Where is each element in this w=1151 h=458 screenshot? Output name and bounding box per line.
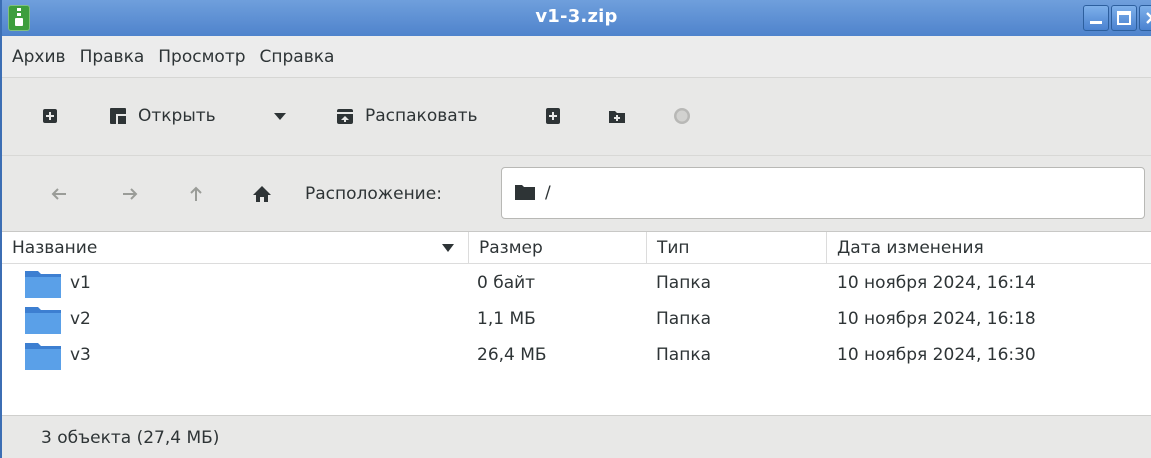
file-name: v2	[70, 309, 91, 329]
up-button[interactable]	[185, 183, 207, 205]
forward-button[interactable]	[119, 183, 141, 205]
folder-icon	[24, 305, 62, 340]
status-bar: 3 объекта (27,4 МБ)	[2, 415, 1151, 458]
column-header-name[interactable]: Название	[2, 232, 469, 264]
file-modified: 10 ноября 2024, 16:30	[837, 345, 1036, 365]
file-size: 0 байт	[477, 273, 536, 293]
folder-icon	[24, 341, 62, 376]
sort-descending-icon	[442, 244, 454, 252]
forward-arrow-icon	[123, 188, 138, 200]
close-button[interactable]	[1139, 5, 1151, 31]
window-controls	[1083, 5, 1151, 31]
open-dropdown-button[interactable]	[270, 102, 290, 130]
table-row[interactable]: v2 1,1 МБ Папка 10 ноября 2024, 16:18	[2, 303, 1151, 339]
column-header-modified[interactable]: Дата изменения	[827, 232, 1151, 264]
file-size: 1,1 МБ	[477, 309, 536, 329]
folder-icon	[514, 183, 536, 206]
menu-bar: Архив Правка Просмотр Справка	[2, 36, 1151, 77]
menu-view[interactable]: Просмотр	[158, 47, 245, 67]
add-file-button[interactable]	[543, 102, 563, 130]
archive-manager-window: v1-3.zip Архив Правка Просмотр Справка О…	[0, 0, 1151, 458]
status-text: 3 объекта (27,4 МБ)	[41, 428, 220, 448]
minimize-button[interactable]	[1083, 5, 1109, 31]
stop-icon	[672, 106, 692, 126]
column-header-type[interactable]: Тип	[647, 232, 827, 264]
menu-edit[interactable]: Правка	[80, 47, 145, 67]
location-path: /	[545, 183, 551, 203]
new-archive-button[interactable]	[40, 102, 60, 130]
file-type: Папка	[656, 309, 712, 329]
new-archive-icon	[40, 106, 60, 126]
file-type: Папка	[656, 273, 712, 293]
location-label: Расположение:	[305, 184, 442, 204]
file-name: v3	[70, 345, 91, 365]
file-modified: 10 ноября 2024, 16:14	[837, 273, 1036, 293]
open-icon	[108, 106, 128, 126]
title-bar[interactable]: v1-3.zip	[2, 0, 1151, 36]
add-folder-icon	[607, 106, 627, 126]
stop-button[interactable]	[672, 102, 692, 130]
column-header-size[interactable]: Размер	[469, 232, 647, 264]
toolbar: Открыть Распаковать	[2, 77, 1151, 155]
location-bar: Расположение: /	[2, 155, 1151, 232]
table-row[interactable]: v3 26,4 МБ Папка 10 ноября 2024, 16:30	[2, 339, 1151, 375]
back-button[interactable]	[48, 183, 70, 205]
add-folder-button[interactable]	[607, 102, 627, 130]
open-label: Открыть	[138, 106, 216, 126]
menu-archive[interactable]: Архив	[12, 47, 66, 67]
location-field[interactable]: /	[501, 167, 1145, 219]
dropdown-arrow-icon	[270, 106, 290, 126]
window-title: v1-3.zip	[535, 6, 618, 27]
extract-button[interactable]: Распаковать	[335, 102, 478, 130]
menu-help[interactable]: Справка	[260, 47, 335, 67]
file-size: 26,4 МБ	[477, 345, 547, 365]
file-type: Папка	[656, 345, 712, 365]
folder-icon	[24, 269, 62, 304]
home-button[interactable]	[251, 183, 273, 205]
up-arrow-icon	[190, 186, 202, 201]
extract-label: Распаковать	[365, 106, 478, 126]
maximize-button[interactable]	[1111, 5, 1137, 31]
back-arrow-icon	[51, 188, 66, 200]
home-icon	[253, 186, 271, 202]
file-name: v1	[70, 273, 91, 293]
add-file-icon	[543, 106, 563, 126]
file-modified: 10 ноября 2024, 16:18	[837, 309, 1036, 329]
open-button[interactable]: Открыть	[108, 102, 216, 130]
extract-icon	[335, 106, 355, 126]
table-row[interactable]: v1 0 байт Папка 10 ноября 2024, 16:14	[2, 267, 1151, 303]
file-list: Название Размер Тип Дата изменения v1 0 …	[2, 232, 1151, 415]
